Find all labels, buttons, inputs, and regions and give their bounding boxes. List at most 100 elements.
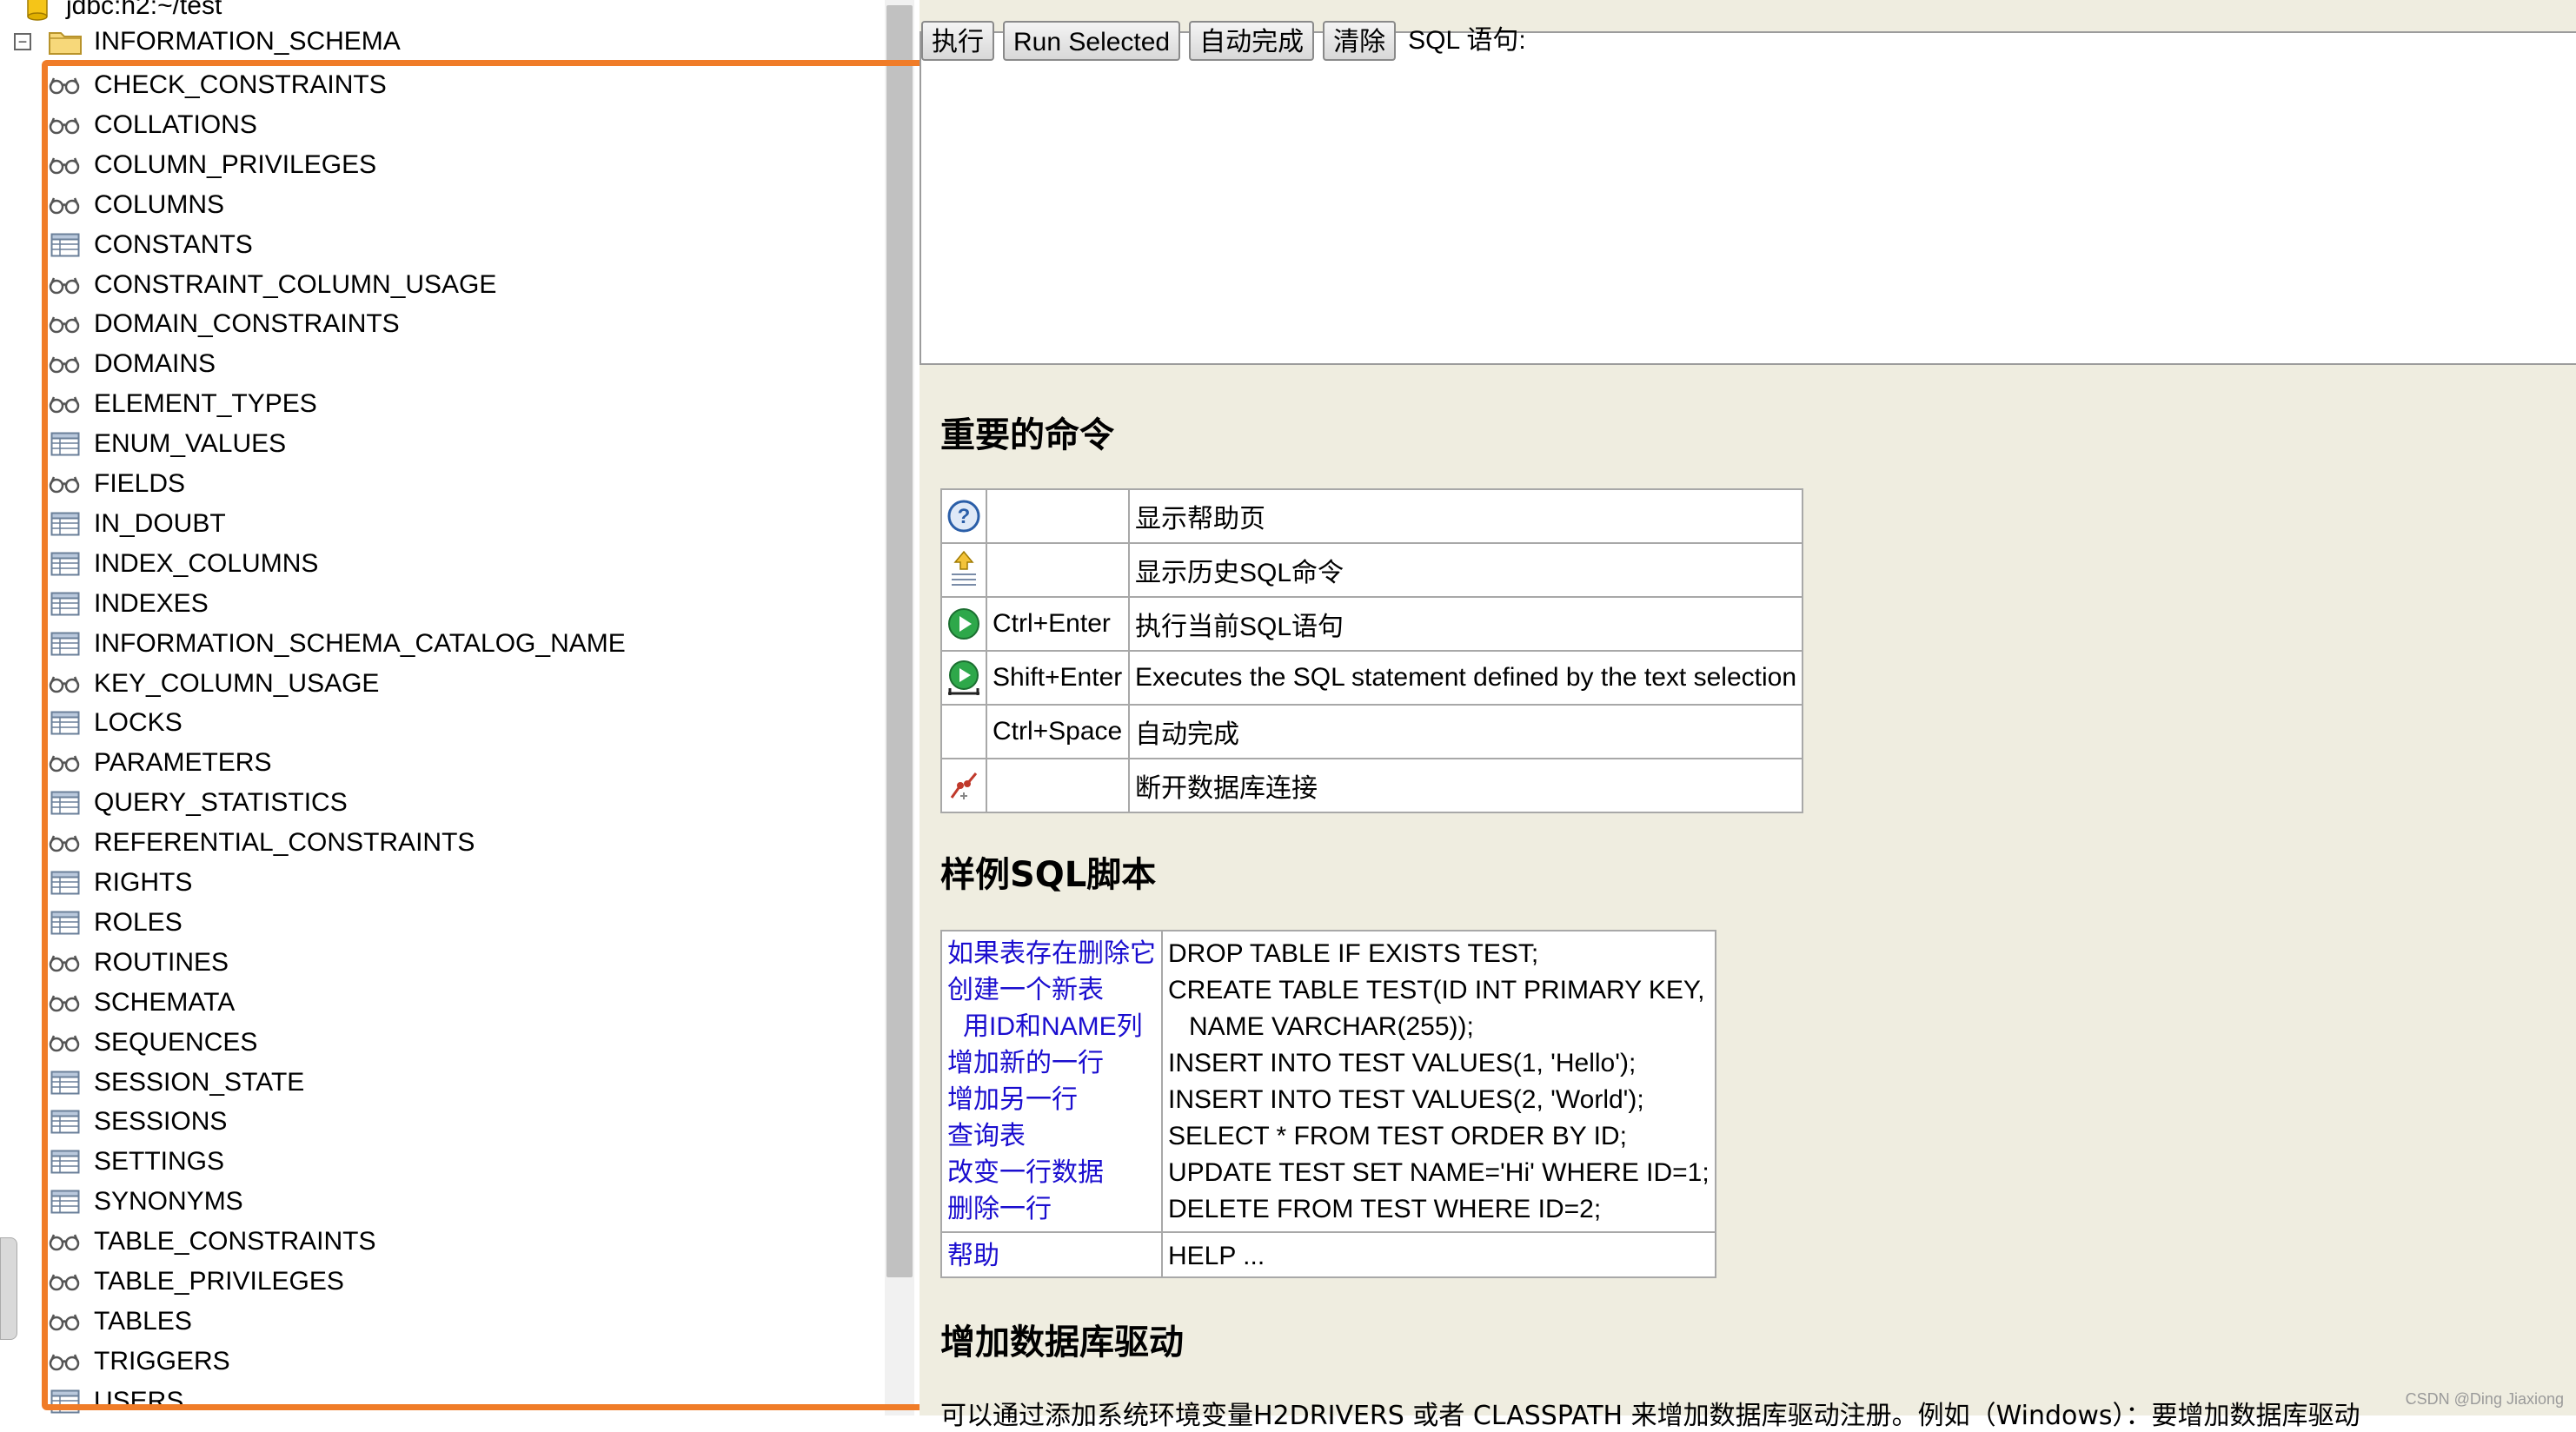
sample-link[interactable]: 增加另一行 [947,1082,1156,1118]
run-icon[interactable] [946,607,981,641]
table-icon [45,548,85,580]
tree-item[interactable]: TRIGGERS [45,1342,230,1382]
tree-scrollbar-thumb[interactable] [886,5,913,1277]
tree-item-label: SCHEMATA [94,987,236,1017]
tree-schema-node[interactable]: INFORMATION_SCHEMA [45,22,401,62]
tree-item[interactable]: INFORMATION_SCHEMA_CATALOG_NAME [45,624,626,664]
tree-schema-label: INFORMATION_SCHEMA [94,27,401,56]
command-description: 显示历史SQL命令 [1127,542,1804,598]
sql-editor-input[interactable]: 执行 Run Selected 自动完成 清除 SQL 语句: [920,21,2576,365]
table-icon [45,508,85,540]
tree-item[interactable]: TABLES [45,1302,192,1342]
table-icon [45,907,85,938]
command-shortcut: Shift+Enter [986,650,1130,706]
tree-item[interactable]: SESSION_STATE [45,1063,304,1103]
tree-item[interactable]: USERS [45,1382,183,1415]
tree-collapse-toggle[interactable]: − [14,33,31,50]
tree-item[interactable]: CHECK_CONSTRAINTS [45,65,387,105]
tree-item[interactable]: IN_DOUBT [45,504,226,544]
sample-link[interactable]: 用ID和NAME列 [947,1009,1156,1045]
tree-item-label: TRIGGERS [94,1346,230,1376]
tree-item[interactable]: KEY_COLUMN_USAGE [45,664,379,704]
autocomplete-button[interactable]: 自动完成 [1189,21,1315,61]
tree-item-label: IN_DOUBT [94,508,226,538]
help-icon[interactable]: ? [946,499,981,534]
table-icon [45,1186,85,1217]
sample-help-link[interactable]: 帮助 [947,1238,1156,1275]
tree-item-label: CONSTANTS [94,229,253,259]
glasses-icon [45,269,85,301]
tree-item-label: RIGHTS [94,868,193,897]
clear-button[interactable]: 清除 [1323,21,1397,61]
tree-item[interactable]: RIGHTS [45,863,192,903]
tree-item[interactable]: CONSTRAINT_COLUMN_USAGE [45,265,496,305]
table-icon [45,1146,85,1177]
sql-statement-label: SQL 语句: [1408,26,1526,55]
history-icon[interactable] [946,550,981,590]
tree-item[interactable]: COLUMN_PRIVILEGES [45,145,376,185]
command-row: ? 显示帮助页 [940,488,1804,544]
tree-item[interactable]: FIELDS [45,464,185,504]
tree-scrollbar[interactable] [885,0,914,1415]
sample-link[interactable]: 查询表 [947,1118,1156,1155]
panel-resize-grip[interactable] [0,1237,17,1340]
sample-link[interactable]: 创建一个新表 [947,972,1156,1009]
tree-item[interactable]: COLLATIONS [45,105,257,145]
tree-item-label: SESSION_STATE [94,1067,305,1097]
command-icon-cell[interactable] [940,542,987,598]
command-icon-cell[interactable]: ? [940,488,987,544]
table-icon [45,628,85,660]
tree-item-label: SEQUENCES [94,1027,258,1057]
tree-item[interactable]: REFERENTIAL_CONSTRAINTS [45,823,475,863]
disconnect-icon[interactable] [946,768,981,803]
add-driver-heading: 增加数据库驱动 [940,1323,1184,1362]
tree-item[interactable]: ROUTINES [45,943,229,983]
tree-item-label: COLUMN_PRIVILEGES [94,149,377,179]
tree-item[interactable]: SCHEMATA [45,983,235,1023]
main-content-area: 执行 Run Selected 自动完成 清除 SQL 语句: 重要的命令 ? 显… [920,0,2576,1431]
command-icon-cell[interactable] [940,650,987,706]
tree-item[interactable]: DOMAINS [45,344,216,384]
tree-item[interactable]: ROLES [45,903,183,943]
glasses-icon [45,348,85,380]
table-icon [45,707,85,739]
watermark: CSDN @Ding Jiaxiong [2405,1390,2564,1408]
svg-text:?: ? [958,505,971,528]
command-icon-cell[interactable] [940,596,987,652]
sample-link[interactable]: 删除一行 [947,1191,1156,1228]
tree-item[interactable]: CONSTANTS [45,225,253,265]
tree-item[interactable]: ENUM_VALUES [45,424,286,464]
tree-item[interactable]: SETTINGS [45,1142,224,1182]
tree-item[interactable]: LOCKS [45,703,183,743]
sample-link[interactable]: 增加新的一行 [947,1045,1156,1082]
command-row: Shift+Enter Executes the SQL statement de… [940,650,1804,706]
tree-item[interactable]: PARAMETERS [45,743,271,783]
tree-item[interactable]: TABLE_PRIVILEGES [45,1262,344,1302]
tree-item[interactable]: INDEXES [45,584,209,624]
folder-icon [45,26,85,57]
tree-item-label: INFORMATION_SCHEMA_CATALOG_NAME [94,628,626,658]
sample-link[interactable]: 改变一行数据 [947,1155,1156,1191]
table-icon [45,787,85,819]
tree-item[interactable]: TABLE_CONSTRAINTS [45,1222,376,1262]
glasses-icon [45,388,85,420]
tree-item[interactable]: SESSIONS [45,1102,227,1142]
table-icon [45,1067,85,1098]
tree-item-label: COLLATIONS [94,109,257,139]
execute-button[interactable]: 执行 [921,21,994,61]
tree-item[interactable]: QUERY_STATISTICS [45,783,348,823]
glasses-icon [45,827,85,859]
tree-item[interactable]: SEQUENCES [45,1023,257,1063]
tree-item[interactable]: SYNONYMS [45,1182,243,1222]
run-selected-icon[interactable] [945,659,983,697]
command-icon-cell[interactable] [940,758,987,813]
run-selected-button[interactable]: Run Selected [1003,21,1181,61]
tree-item[interactable]: DOMAIN_CONSTRAINTS [45,304,400,344]
tree-item[interactable]: COLUMNS [45,185,224,225]
sample-link[interactable]: 如果表存在删除它 [947,936,1156,972]
tree-item[interactable]: ELEMENT_TYPES [45,384,317,424]
glasses-icon [45,1027,85,1058]
query-toolbar: 执行 Run Selected 自动完成 清除 SQL 语句: [921,21,1526,61]
glasses-icon [45,1266,85,1297]
tree-item[interactable]: INDEX_COLUMNS [45,544,318,584]
